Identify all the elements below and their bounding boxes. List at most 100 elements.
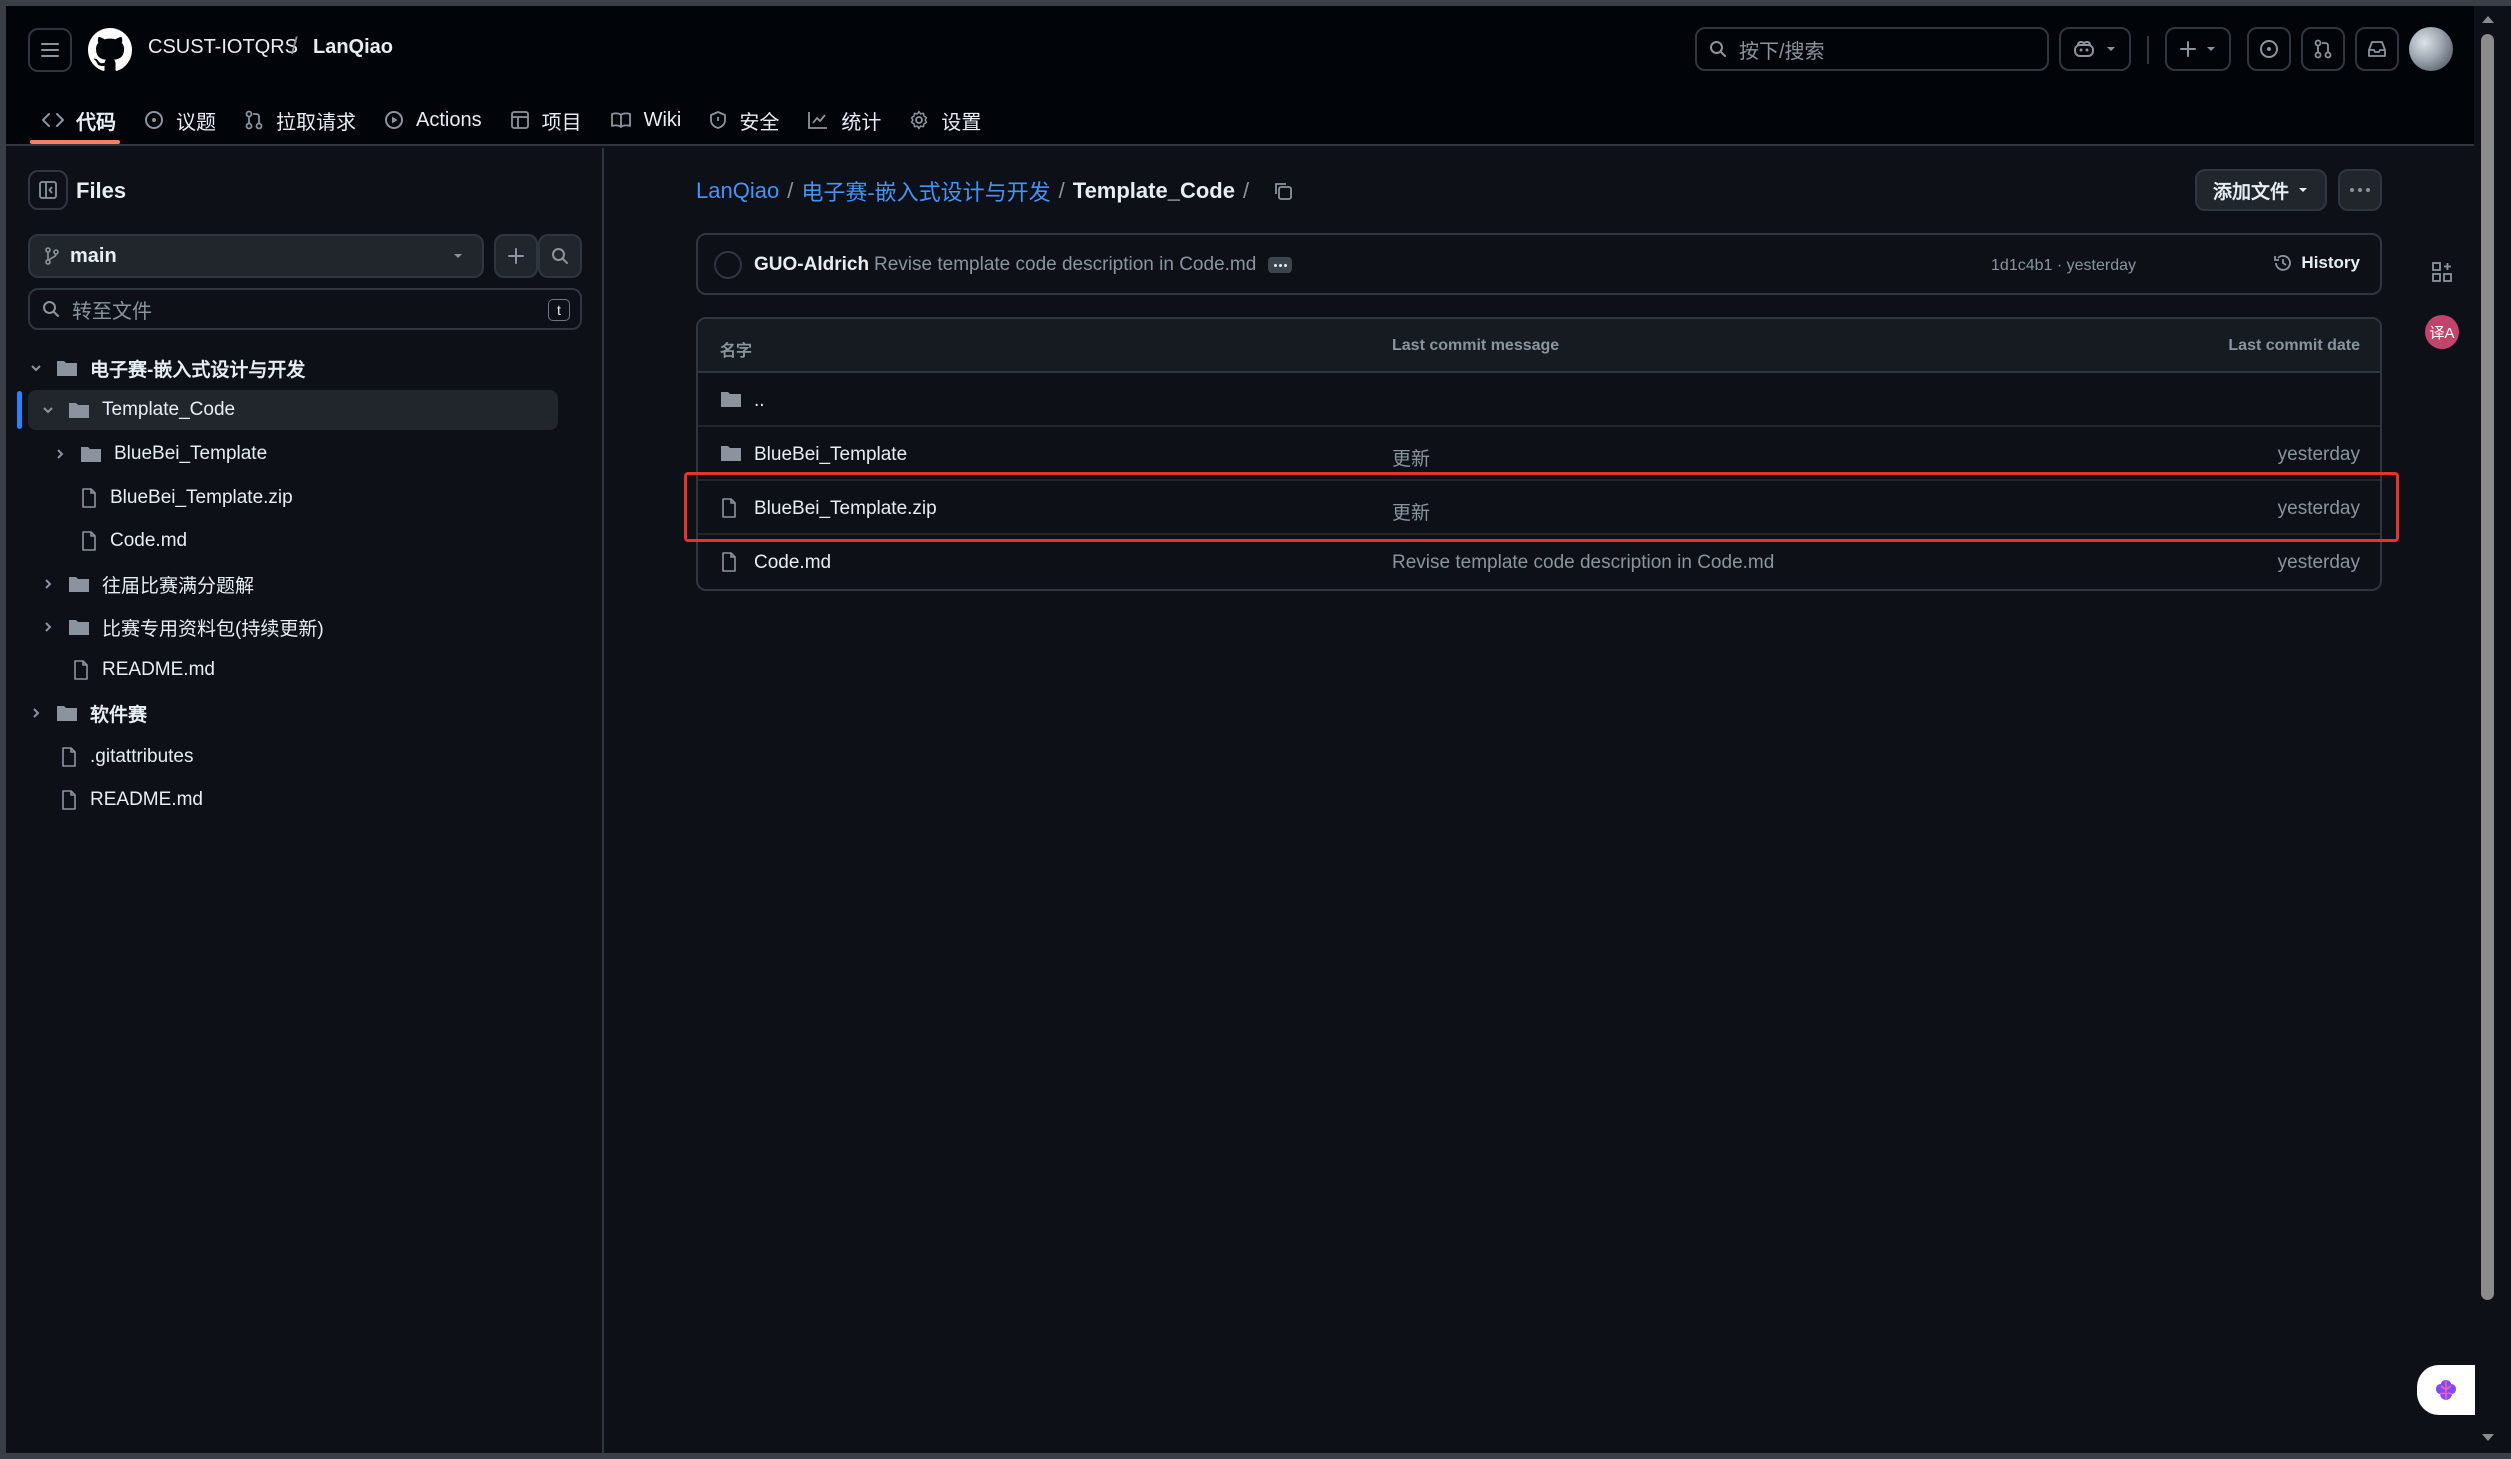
scroll-up-arrow-icon[interactable] bbox=[2481, 14, 2495, 24]
tab-projects[interactable]: 项目 bbox=[502, 98, 602, 142]
search-icon bbox=[1710, 41, 1726, 57]
tab-label: 拉取请求 bbox=[276, 111, 356, 134]
table-row-parent[interactable]: .. bbox=[698, 373, 2380, 427]
avatar[interactable] bbox=[2409, 27, 2453, 71]
add-file-sidebar-button[interactable] bbox=[494, 234, 538, 278]
commit-author[interactable]: GUO-Aldrich bbox=[754, 254, 869, 276]
active-tab-underline bbox=[30, 140, 120, 144]
extension-grid-button[interactable] bbox=[2425, 255, 2459, 289]
copy-path-button[interactable] bbox=[1273, 181, 1293, 201]
breadcrumb-current: Template_Code bbox=[1072, 178, 1235, 203]
brain-icon bbox=[2436, 1380, 2456, 1400]
column-header-name: 名字 bbox=[720, 343, 753, 360]
commit-meta[interactable]: 1d1c4b1 · yesterday bbox=[1991, 257, 2136, 275]
commit-message-link[interactable]: 更新 bbox=[1392, 444, 1430, 471]
tree-item-label: Code.md bbox=[110, 530, 188, 551]
file-name-link[interactable]: Code.md bbox=[754, 552, 831, 574]
column-header-message: Last commit message bbox=[1392, 337, 1560, 354]
scroll-down-arrow-icon[interactable] bbox=[2481, 1433, 2495, 1443]
repo-name-link[interactable]: LanQiao bbox=[313, 36, 393, 59]
breadcrumb-separator: / bbox=[1242, 178, 1250, 203]
commit-message-link[interactable]: Revise template code description in Code… bbox=[1392, 552, 1774, 574]
tab-label: 代码 bbox=[76, 111, 116, 134]
folder-icon bbox=[721, 446, 741, 461]
parent-dir-link[interactable]: .. bbox=[754, 390, 765, 412]
tree-item-label: .gitattributes bbox=[90, 746, 194, 767]
tree-item-folder[interactable]: 往届比赛满分题解 bbox=[40, 564, 254, 604]
breadcrumb-separator: / bbox=[787, 178, 794, 203]
breadcrumb-separator: / bbox=[1058, 178, 1065, 203]
tree-item-label: 软件赛 bbox=[90, 704, 148, 726]
tree-item-file[interactable]: README.md bbox=[72, 650, 215, 690]
files-title: Files bbox=[76, 178, 127, 203]
chevron-right-icon bbox=[33, 708, 40, 718]
search-input[interactable]: 按下/搜索 bbox=[1695, 27, 2049, 71]
tree-item-folder[interactable]: 电子赛-嵌入式设计与开发 bbox=[28, 348, 305, 388]
file-icon bbox=[82, 488, 96, 508]
inbox-icon bbox=[2368, 41, 2386, 57]
tab-actions[interactable]: Actions bbox=[376, 98, 502, 142]
breadcrumb-root-link[interactable]: LanQiao bbox=[696, 178, 779, 204]
add-file-label: 添加文件 bbox=[2212, 181, 2289, 203]
go-to-file-input[interactable]: 转至文件 t bbox=[28, 288, 582, 330]
assistant-float-button[interactable] bbox=[2417, 1365, 2475, 1415]
repo-tab-bar: 代码 议题 拉取请求 Actions 项目 Wiki 安全 统计 设置 bbox=[34, 98, 1001, 146]
tab-code[interactable]: 代码 bbox=[34, 98, 136, 142]
tree-item-file[interactable]: Code.md bbox=[80, 521, 187, 561]
tree-item-file[interactable]: BlueBei_Template.zip bbox=[80, 478, 293, 518]
commit-date: yesterday bbox=[2277, 444, 2360, 465]
hamburger-icon bbox=[41, 43, 59, 57]
add-file-button[interactable]: 添加文件 bbox=[2195, 169, 2327, 211]
tree-item-file[interactable]: README.md bbox=[60, 780, 203, 820]
search-files-button[interactable] bbox=[538, 234, 582, 278]
tab-label: Wiki bbox=[643, 108, 682, 131]
scrollbar-thumb[interactable] bbox=[2481, 34, 2494, 1300]
folder-icon bbox=[57, 706, 77, 721]
tab-wiki[interactable]: Wiki bbox=[602, 98, 702, 142]
chevron-down-icon bbox=[454, 254, 462, 258]
copilot-icon bbox=[2074, 40, 2094, 57]
more-options-button[interactable] bbox=[2338, 169, 2382, 211]
tab-security[interactable]: 安全 bbox=[701, 98, 799, 142]
chevron-down-icon bbox=[2107, 47, 2115, 51]
branch-selector[interactable]: main bbox=[28, 234, 484, 278]
inbox-button[interactable] bbox=[2355, 27, 2399, 71]
table-row[interactable]: Code.md Revise template code description… bbox=[698, 535, 2380, 589]
repo-owner-link[interactable]: CSUST-IOTQRS bbox=[148, 36, 298, 59]
book-icon bbox=[610, 112, 631, 128]
commit-message[interactable]: Revise template code description in Code… bbox=[874, 254, 1256, 276]
tab-pull-requests[interactable]: 拉取请求 bbox=[236, 98, 376, 142]
copilot-button[interactable] bbox=[2059, 27, 2131, 71]
path-separator: / bbox=[291, 33, 298, 60]
tree-item-folder[interactable]: 比赛专用资料包(持续更新) bbox=[40, 607, 324, 647]
translate-button[interactable]: 译A bbox=[2425, 315, 2459, 349]
play-icon bbox=[385, 111, 403, 129]
active-item-indicator bbox=[17, 391, 22, 429]
collapse-sidebar-button[interactable] bbox=[28, 170, 68, 210]
tab-settings[interactable]: 设置 bbox=[901, 98, 1001, 142]
commit-author-avatar[interactable] bbox=[714, 251, 742, 279]
plus-icon bbox=[508, 248, 524, 264]
chevron-right-icon bbox=[45, 579, 52, 589]
file-name-link[interactable]: BlueBei_Template bbox=[754, 444, 907, 466]
tree-item-folder-active[interactable]: Template_Code bbox=[28, 390, 558, 430]
commit-expand-button[interactable] bbox=[1268, 257, 1292, 273]
history-button[interactable]: History bbox=[2273, 253, 2360, 273]
create-new-button[interactable] bbox=[2165, 27, 2231, 71]
tab-label: 设置 bbox=[941, 111, 982, 134]
tree-item-folder[interactable]: 软件赛 bbox=[28, 693, 147, 733]
github-logo[interactable] bbox=[88, 28, 132, 72]
tab-insights[interactable]: 统计 bbox=[799, 98, 901, 142]
folder-icon bbox=[721, 392, 741, 407]
tree-item-folder[interactable]: BlueBei_Template bbox=[52, 434, 267, 474]
issues-button[interactable] bbox=[2247, 27, 2291, 71]
shield-icon bbox=[710, 111, 727, 129]
tab-issues[interactable]: 议题 bbox=[136, 98, 236, 142]
menu-button[interactable] bbox=[28, 28, 72, 72]
copy-icon bbox=[1275, 183, 1292, 200]
pull-requests-button[interactable] bbox=[2301, 27, 2345, 71]
breadcrumb-folder-link[interactable]: 电子赛-嵌入式设计与开发 bbox=[801, 175, 1050, 207]
commit-date: yesterday bbox=[2277, 552, 2360, 573]
tree-item-file[interactable]: .gitattributes bbox=[60, 737, 194, 777]
folder-icon bbox=[69, 577, 89, 592]
